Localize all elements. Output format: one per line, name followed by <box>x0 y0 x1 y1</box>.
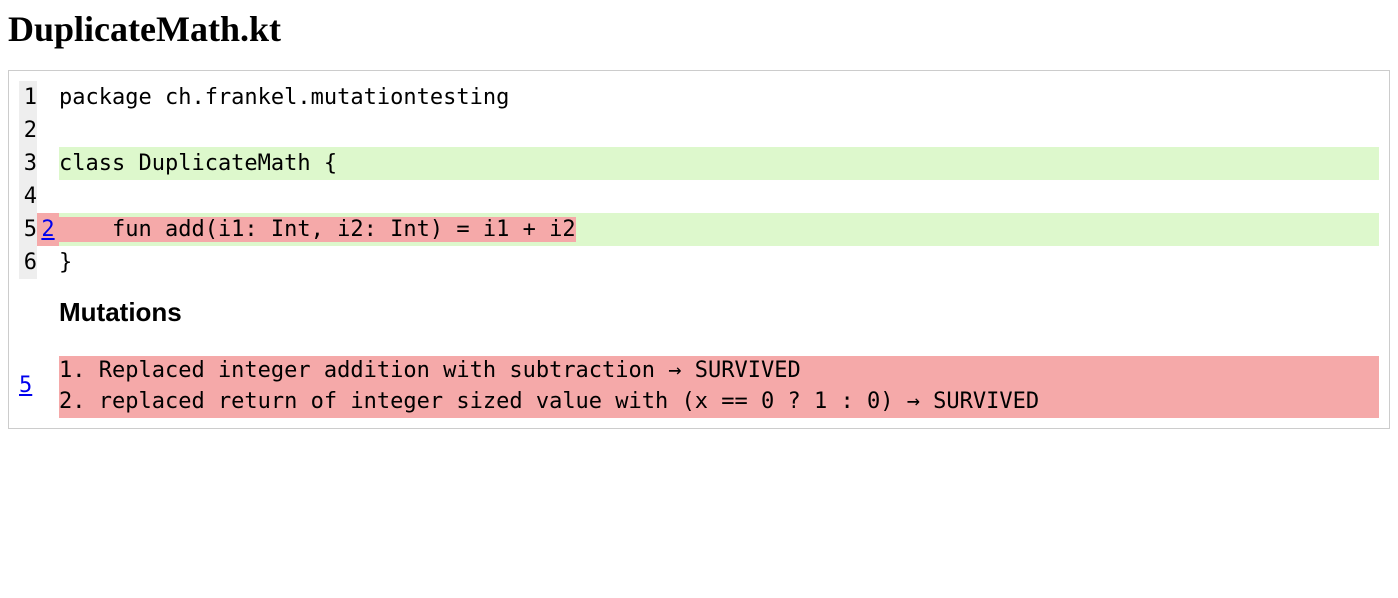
report-container: 1package ch.frankel.mutationtesting23cla… <box>8 70 1390 429</box>
page-title: DuplicateMath.kt <box>8 8 1390 50</box>
mutation-count-badge <box>37 246 59 279</box>
source-line: 2 <box>19 114 1379 147</box>
mutation-group: 5 1. Replaced integer addition with subtr… <box>19 356 1379 418</box>
source-line: 1 package ch.frankel.mutationtesting <box>19 81 1379 114</box>
line-number: 1 <box>19 81 37 114</box>
mutation-count-badge <box>37 147 59 180</box>
mutation-list: 1. Replaced integer addition with subtra… <box>59 356 1379 418</box>
mutation-count-badge <box>37 81 59 114</box>
mutations-section: Mutations <box>19 279 1379 356</box>
mutations-heading: Mutations <box>59 293 1379 332</box>
source-code: } <box>59 246 1379 279</box>
mutation-count-badge[interactable]: 2 <box>37 213 59 246</box>
source-code <box>59 180 1379 213</box>
survived-code-span: fun add(i1: Int, i2: Int) = i1 + i2 <box>59 217 576 242</box>
source-line: 6} <box>19 246 1379 279</box>
mutation-count-link[interactable]: 2 <box>41 217 54 242</box>
mutation-count-badge <box>37 114 59 147</box>
mutation-line-ref: 5 <box>19 356 59 418</box>
source-line: 52 fun add(i1: Int, i2: Int) = i1 + i2 <box>19 213 1379 246</box>
line-number: 4 <box>19 180 37 213</box>
mutation-item: 1. Replaced integer addition with subtra… <box>59 356 1379 387</box>
mutation-item: 2. replaced return of integer sized valu… <box>59 387 1379 418</box>
source-code-table: 1package ch.frankel.mutationtesting23cla… <box>19 81 1379 279</box>
source-code: fun add(i1: Int, i2: Int) = i1 + i2 <box>59 213 1379 246</box>
source-line: 3 class DuplicateMath { <box>19 147 1379 180</box>
line-number: 5 <box>19 213 37 246</box>
line-number: 6 <box>19 246 37 279</box>
source-line: 4 <box>19 180 1379 213</box>
source-code: class DuplicateMath { <box>59 147 1379 180</box>
mutation-count-badge <box>37 180 59 213</box>
mutations-table: 5 1. Replaced integer addition with subtr… <box>19 356 1379 418</box>
source-code <box>59 114 1379 147</box>
mutation-line-link[interactable]: 5 <box>19 373 32 398</box>
line-number: 3 <box>19 147 37 180</box>
line-number: 2 <box>19 114 37 147</box>
source-code: package ch.frankel.mutationtesting <box>59 81 1379 114</box>
